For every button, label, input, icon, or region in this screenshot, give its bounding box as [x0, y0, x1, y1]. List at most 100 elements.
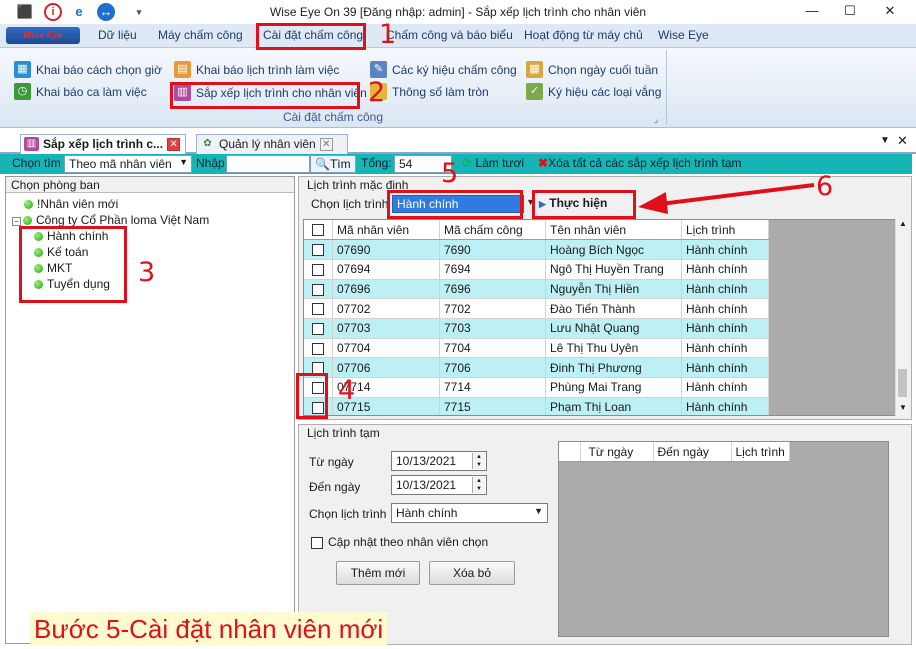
checkbox[interactable]: [311, 536, 323, 549]
table-row[interactable]: 07690 7690 Hoàng Bích Ngọc Hành chính: [304, 239, 769, 260]
column-header[interactable]: Lịch trình: [731, 442, 790, 463]
calendar-icon: ▤: [174, 61, 191, 78]
shift-declaration-button[interactable]: ◷ Khai báo ca làm việc: [14, 83, 147, 101]
add-new-button[interactable]: Thêm mới: [336, 561, 420, 585]
search-input[interactable]: [226, 155, 310, 173]
employee-id: 07702: [332, 298, 440, 319]
search-button[interactable]: 🔍Tìm: [310, 155, 356, 173]
delete-button[interactable]: Xóa bỏ: [429, 561, 515, 585]
department-panel-header: Chọn phòng ban: [6, 177, 294, 193]
tab-staff-management[interactable]: ✿ Quản lý nhân viên ✕: [196, 134, 348, 154]
checkbox[interactable]: [312, 224, 324, 237]
refresh-button[interactable]: ⟳ Làm tươi: [462, 156, 524, 170]
column-header[interactable]: Đến ngày: [653, 442, 732, 463]
scroll-up-icon[interactable]: ▲: [899, 219, 907, 228]
employee-schedule: Hành chính: [681, 298, 769, 319]
timekeeping-code: 7704: [439, 338, 546, 359]
table-row[interactable]: 07696 7696 Nguyễn Thị Hiền Hành chính: [304, 279, 769, 300]
ribbon: ▦ Khai báo cách chọn giờ ◷ Khai báo ca làm…: [0, 48, 916, 128]
collapse-icon[interactable]: −: [12, 217, 21, 226]
tab-assign-schedule[interactable]: ▥ Sắp xếp lịch trình c... ✕: [20, 134, 186, 154]
select-all-checkbox[interactable]: [304, 220, 333, 241]
date-spinner-icon[interactable]: ▲ ▼: [472, 477, 485, 493]
tree-item-new-staff[interactable]: !Nhân viên mới: [24, 197, 118, 211]
temp-schedule-panel: Lịch trình tạm Từ ngày 10/13/2021 ▲ ▼ Đến …: [298, 424, 912, 645]
employee-schedule: Hành chính: [681, 377, 769, 398]
work-schedule-button[interactable]: ▤ Khai báo lịch trình làm việc: [174, 61, 339, 79]
clock-icon: ◷: [14, 83, 31, 100]
table-row[interactable]: 07714 7714 Phùng Mai Trang Hành chính: [304, 377, 769, 398]
table-row[interactable]: 07706 7706 Đinh Thị Phương Hành chính: [304, 357, 769, 378]
row-checkbox[interactable]: [312, 342, 324, 355]
employee-schedule: Hành chính: [681, 338, 769, 359]
clock-config-icon: ▦: [14, 61, 31, 78]
highlight-box-5: [387, 190, 523, 219]
weekend-select-button[interactable]: ▦ Chọn ngày cuối tuần: [526, 61, 658, 79]
table-row[interactable]: 07703 7703 Lưu Nhật Quang Hành chính: [304, 318, 769, 339]
search-mode-label: Chọn tìm: [12, 156, 61, 170]
column-header[interactable]: Từ ngày: [580, 442, 654, 463]
table-row[interactable]: 07715 7715 Phạm Thị Loan Hành chính: [304, 397, 769, 415]
close-icon[interactable]: ✕: [872, 2, 908, 20]
column-header[interactable]: Mã chấm công: [439, 220, 546, 241]
search-mode-select[interactable]: Theo mã nhân viên ▼: [64, 155, 192, 173]
tab-menu-icon[interactable]: ▼: [880, 135, 890, 146]
group-expand-icon[interactable]: ⌟: [654, 114, 658, 125]
row-checkbox[interactable]: [312, 264, 324, 277]
time-selection-button[interactable]: ▦ Khai báo cách chọn giờ: [14, 61, 162, 79]
employee-schedule: Hành chính: [681, 357, 769, 378]
column-header[interactable]: Tên nhân viên: [545, 220, 682, 241]
employee-name: Lưu Nhật Quang: [545, 318, 682, 339]
employee-name: Đinh Thị Phương: [545, 357, 682, 378]
column-header[interactable]: Mã nhân viên: [332, 220, 440, 241]
tree-item-company[interactable]: − Công ty Cổ Phần loma Việt Nam: [12, 213, 209, 227]
update-by-selected-checkbox[interactable]: Cập nhật theo nhân viên chọn: [311, 535, 488, 549]
employee-name: Nguyễn Thị Hiền: [545, 279, 682, 300]
table-row[interactable]: 07694 7694 Ngô Thị Huyền Trang Hành chính: [304, 259, 769, 280]
employee-schedule: Hành chính: [681, 259, 769, 280]
absence-symbols-button[interactable]: ✓ Ký hiệu các loại vắng: [526, 83, 661, 101]
timekeeping-code: 7706: [439, 357, 546, 378]
menu-data[interactable]: Dữ liệu: [98, 28, 137, 42]
menu-server-activity[interactable]: Hoạt động từ máy chủ: [524, 28, 643, 42]
step-number-5: 5: [441, 158, 459, 189]
delete-all-temp-button[interactable]: ✖Xóa tất cả các sắp xếp lịch trình tạm: [538, 156, 742, 170]
arrow-head: [638, 192, 668, 214]
scroll-thumb[interactable]: [898, 369, 907, 397]
scroll-down-icon[interactable]: ▼: [899, 403, 907, 412]
app-logo-button[interactable]: Wise Eye: [6, 27, 80, 44]
employee-id: 07694: [332, 259, 440, 280]
weekend-calendar-icon: ▦: [526, 61, 543, 78]
row-checkbox[interactable]: [312, 323, 324, 336]
to-date-picker[interactable]: 10/13/2021 ▲ ▼: [391, 475, 487, 495]
date-spinner-icon[interactable]: ▲ ▼: [472, 453, 485, 469]
employee-name: Ngô Thị Huyền Trang: [545, 259, 682, 280]
employee-name: Lê Thị Thu Uyên: [545, 338, 682, 359]
close-tab-icon[interactable]: ✕: [319, 138, 333, 152]
staff-icon: ✿: [203, 138, 212, 149]
row-checkbox[interactable]: [312, 303, 324, 316]
row-checkbox[interactable]: [312, 283, 324, 296]
employee-table: Mã nhân viên Mã chấm công Tên nhân viên …: [304, 220, 769, 415]
table-row[interactable]: 07704 7704 Lê Thị Thu Uyên Hành chính: [304, 338, 769, 359]
maximize-icon[interactable]: ☐: [832, 2, 868, 20]
menu-timekeeping-device[interactable]: Máy chấm công: [158, 28, 243, 42]
table-header-row: Mã nhân viên Mã chấm công Tên nhân viên …: [304, 220, 769, 241]
timekeeping-symbols-button[interactable]: ✎ Các ký hiệu chấm công: [370, 61, 517, 79]
temp-schedule-select[interactable]: Hành chính ▼: [391, 503, 548, 523]
employee-name: Đào Tiến Thành: [545, 298, 682, 319]
from-date-picker[interactable]: 10/13/2021 ▲ ▼: [391, 451, 487, 471]
employee-schedule: Hành chính: [681, 239, 769, 260]
row-checkbox[interactable]: [312, 244, 324, 257]
vertical-scrollbar[interactable]: ▲ ▼: [895, 219, 909, 416]
minimize-icon[interactable]: —: [794, 2, 830, 20]
close-tab-icon[interactable]: ✕: [167, 138, 181, 152]
step-caption: Bước 5-Cài đặt nhân viên mới: [30, 612, 388, 646]
menu-reports[interactable]: Chấm công và báo biểu: [386, 28, 513, 42]
menu-wise-eye[interactable]: Wise Eye: [658, 28, 709, 42]
close-all-tabs-icon[interactable]: ✕: [897, 133, 908, 149]
ribbon-group-separator: [666, 50, 667, 124]
column-header[interactable]: Lịch trình: [681, 220, 769, 241]
table-row[interactable]: 07702 7702 Đào Tiến Thành Hành chính: [304, 298, 769, 319]
rounding-params-button[interactable]: ◔ Thông số làm tròn: [370, 83, 489, 101]
